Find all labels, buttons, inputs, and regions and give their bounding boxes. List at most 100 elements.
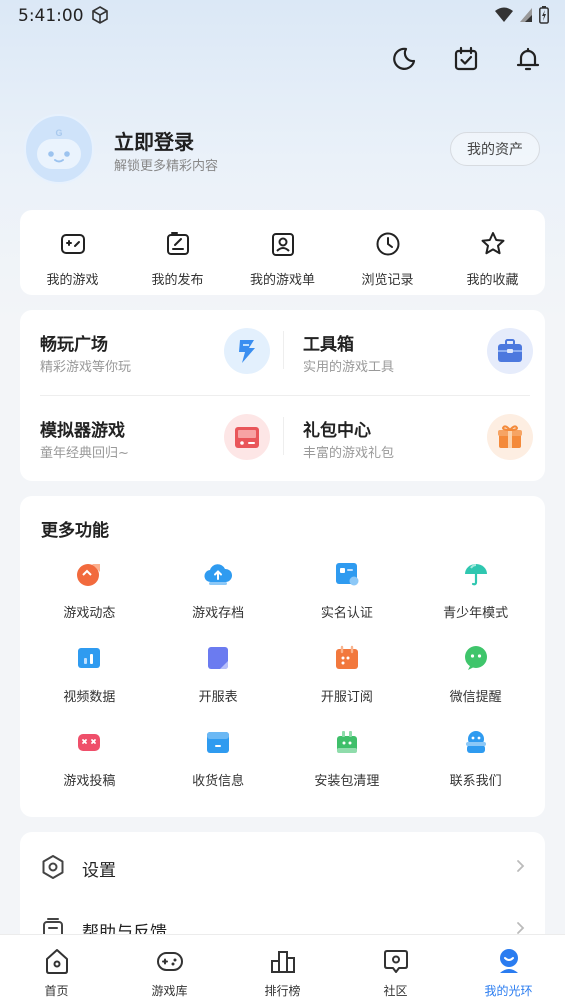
- quick-label: 我的发布: [151, 273, 204, 288]
- nav-game-library[interactable]: 游戏库: [113, 935, 226, 1004]
- battery-icon: [539, 6, 549, 28]
- function-wechat-remind[interactable]: 微信提醒: [411, 640, 540, 724]
- function-label: 游戏存档: [192, 606, 245, 621]
- id-card-icon: [333, 560, 361, 592]
- function-youth-mode[interactable]: 青少年模式: [411, 556, 540, 640]
- services-card: 畅玩广场 精彩游戏等你玩 工具箱 实用的游戏工具 模拟器游戏 童年经典回归~ 礼…: [20, 310, 545, 481]
- service-gift-center[interactable]: 礼包中心 丰富的游戏礼包: [303, 396, 533, 466]
- emulator-icon: [224, 414, 270, 460]
- function-server-table[interactable]: 开服表: [154, 640, 283, 724]
- my-assets-button[interactable]: 我的资产: [450, 132, 540, 166]
- divider: [283, 417, 284, 455]
- quick-label: 我的游戏单: [249, 273, 315, 288]
- function-server-subscribe[interactable]: 开服订阅: [283, 640, 412, 724]
- quick-item-my-games[interactable]: 我的游戏: [20, 210, 125, 295]
- function-package-clean[interactable]: 安装包清理: [283, 724, 412, 808]
- address-icon: [204, 728, 232, 760]
- function-label: 微信提醒: [449, 690, 502, 705]
- checkin-calendar-icon[interactable]: [451, 44, 481, 74]
- service-title: 工具箱: [303, 335, 354, 355]
- nav-label: 首页: [44, 984, 69, 998]
- publish-icon: [164, 230, 192, 262]
- quick-label: 我的收藏: [466, 273, 519, 288]
- gift-icon: [487, 414, 533, 460]
- function-label: 联系我们: [449, 774, 502, 789]
- nav-label: 社区: [383, 984, 408, 998]
- ranking-icon: [269, 947, 297, 979]
- game-news-icon: [75, 560, 103, 592]
- nav-my-halo[interactable]: 我的光环: [452, 935, 565, 1004]
- login-subtitle: 解锁更多精彩内容: [114, 159, 219, 174]
- profile-header: G 立即登录 解锁更多精彩内容 我的资产: [24, 112, 544, 188]
- function-label: 实名认证: [320, 606, 373, 621]
- function-contact-us[interactable]: 联系我们: [411, 724, 540, 808]
- lightning-icon: [224, 328, 270, 374]
- service-title: 畅玩广场: [40, 335, 108, 355]
- contact-icon: [462, 728, 490, 760]
- bottom-nav: 首页 游戏库 排行榜 社区 我的光环: [0, 934, 565, 1004]
- profile-icon: [495, 947, 523, 979]
- service-emulator-games[interactable]: 模拟器游戏 童年经典回归~: [40, 396, 270, 466]
- function-game-submit[interactable]: 游戏投稿: [25, 724, 154, 808]
- service-play-plaza[interactable]: 畅玩广场 精彩游戏等你玩: [40, 310, 270, 380]
- service-subtitle: 丰富的游戏礼包: [303, 446, 395, 461]
- divider: [283, 331, 284, 369]
- quick-label: 浏览记录: [361, 273, 414, 288]
- service-subtitle: 精彩游戏等你玩: [40, 360, 132, 375]
- function-game-save[interactable]: 游戏存档: [154, 556, 283, 640]
- top-actions: [389, 44, 543, 74]
- gamepad-icon: [59, 230, 87, 262]
- avatar[interactable]: G: [24, 114, 94, 184]
- function-label: 开服订阅: [320, 690, 373, 705]
- service-subtitle: 实用的游戏工具: [303, 360, 395, 375]
- settings-row[interactable]: 设置: [20, 838, 545, 898]
- settings-label: 设置: [82, 861, 116, 881]
- star-icon: [479, 230, 507, 262]
- game-submit-icon: [75, 728, 103, 760]
- quick-item-my-posts[interactable]: 我的发布: [125, 210, 230, 295]
- function-game-news[interactable]: 游戏动态: [25, 556, 154, 640]
- function-shipping-info[interactable]: 收货信息: [154, 724, 283, 808]
- section-title: 更多功能: [41, 521, 109, 541]
- function-label: 收货信息: [192, 774, 245, 789]
- bell-icon[interactable]: [513, 44, 543, 74]
- function-grid: 游戏动态 游戏存档 实名认证 青少年模式 视频数据 开服表 开服订阅 微信提醒 …: [25, 556, 540, 808]
- nav-community[interactable]: 社区: [339, 935, 452, 1004]
- nav-home[interactable]: 首页: [0, 935, 113, 1004]
- dark-mode-icon[interactable]: [389, 44, 419, 74]
- wechat-icon: [462, 644, 490, 676]
- cloud-save-icon: [204, 560, 233, 592]
- status-bar: 5:41:00: [0, 0, 565, 32]
- community-icon: [382, 947, 410, 979]
- function-label: 游戏动态: [63, 606, 116, 621]
- function-label: 青少年模式: [443, 606, 509, 621]
- clean-icon: [333, 728, 361, 760]
- login-title[interactable]: 立即登录: [114, 126, 194, 155]
- settings-icon: [40, 854, 66, 884]
- chevron-right-icon: [515, 856, 527, 880]
- function-label: 开服表: [198, 690, 238, 705]
- more-functions-card: 更多功能 游戏动态 游戏存档 实名认证 青少年模式 视频数据 开服表 开服订阅 …: [20, 496, 545, 817]
- function-label: 安装包清理: [314, 774, 380, 789]
- quick-item-history[interactable]: 浏览记录: [335, 210, 440, 295]
- quick-item-favorites[interactable]: 我的收藏: [440, 210, 545, 295]
- quick-label: 我的游戏: [46, 273, 99, 288]
- status-time: 5:41:00: [18, 6, 84, 26]
- function-real-name[interactable]: 实名认证: [283, 556, 412, 640]
- toolbox-icon: [487, 328, 533, 374]
- nav-label: 排行榜: [264, 984, 301, 998]
- umbrella-icon: [462, 560, 490, 592]
- service-title: 模拟器游戏: [40, 421, 125, 441]
- function-label: 游戏投稿: [63, 774, 116, 789]
- calendar-icon: [333, 644, 361, 676]
- function-video-data[interactable]: 视频数据: [25, 640, 154, 724]
- cube-icon: [90, 5, 110, 29]
- quick-item-my-game-list[interactable]: 我的游戏单: [230, 210, 335, 295]
- nav-ranking[interactable]: 排行榜: [226, 935, 339, 1004]
- home-icon: [43, 947, 71, 979]
- clock-icon: [374, 230, 402, 262]
- quick-actions-card: 我的游戏 我的发布 我的游戏单 浏览记录 我的收藏: [20, 210, 545, 295]
- video-data-icon: [75, 644, 103, 676]
- service-toolbox[interactable]: 工具箱 实用的游戏工具: [303, 310, 533, 380]
- svg-text:G: G: [55, 128, 62, 138]
